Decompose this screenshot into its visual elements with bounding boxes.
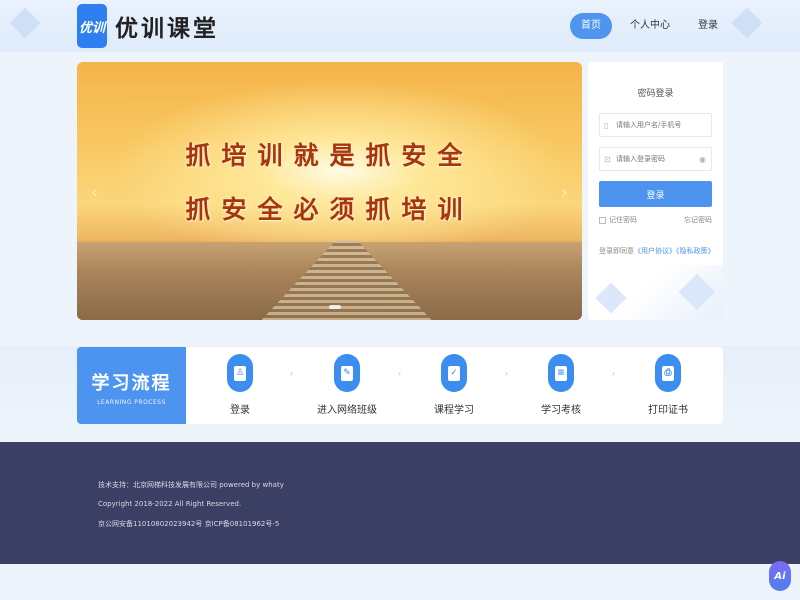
logo-text: 优训课堂 <box>115 15 219 42</box>
username-input[interactable] <box>616 121 704 129</box>
nav-home[interactable]: 首页 <box>570 13 612 39</box>
nav-personal-center[interactable]: 个人中心 <box>620 13 680 39</box>
lock-icon: ⊡ <box>604 154 611 164</box>
footer-icp[interactable]: 京公网安备11010802023942号 京ICP备08101962号-5 <box>98 519 279 529</box>
banner-dot[interactable] <box>329 305 341 309</box>
decor-diamond <box>595 282 627 314</box>
bottom-strip <box>0 564 800 600</box>
step-assessment[interactable]: ≡ 学习考核 <box>526 354 596 416</box>
arrow-right-icon: › <box>290 369 294 378</box>
username-field[interactable]: ▯ <box>599 113 712 137</box>
footer-support: 技术支持：北京网梯科技发展有限公司 powered by whaty <box>98 481 284 489</box>
arrow-right-icon: › <box>398 369 402 378</box>
login-title: 密码登录 <box>637 89 674 99</box>
banner-next-arrow-icon[interactable]: › <box>561 182 568 203</box>
password-input[interactable] <box>616 155 704 163</box>
ai-assistant-button[interactable]: Ai <box>769 561 791 591</box>
header-decoration <box>9 7 41 39</box>
banner-slogan-2: 抓安全必须抓培训 <box>185 195 474 224</box>
remember-label: 记住密码 <box>609 216 637 224</box>
step-label: 课程学习 <box>434 405 474 416</box>
site-logo[interactable]: 优训 优训课堂 <box>77 4 219 48</box>
logo-badge: 优训 <box>77 4 107 48</box>
site-header: 优训 优训课堂 首页 个人中心 登录 <box>0 0 800 52</box>
process-subtitle: LEARNING PROCESS <box>97 399 166 406</box>
banner-pagination <box>327 305 343 309</box>
footer-copyright: Copyright 2018-2022 All Right Reserved. <box>98 500 242 508</box>
step-join-class[interactable]: ✎ 进入网络班级 <box>312 354 382 416</box>
agree-prefix: 登录即同意 <box>599 247 634 255</box>
class-icon: ✎ <box>334 354 360 392</box>
process-header: 学习流程 LEARNING PROCESS <box>77 347 186 424</box>
process-title: 学习流程 <box>91 373 172 394</box>
hero-banner[interactable]: 抓培训就是抓安全 抓安全必须抓培训 ‹ › <box>77 62 582 320</box>
clipboard-icon: ✓ <box>441 354 467 392</box>
main-nav: 首页 个人中心 登录 <box>562 13 728 39</box>
agreement-text: 登录即同意《用户协议》《隐私政策》 <box>599 246 715 256</box>
header-decoration <box>731 7 763 39</box>
arrow-right-icon: › <box>612 369 616 378</box>
login-card-decoration <box>588 265 723 320</box>
banner-prev-arrow-icon[interactable]: ‹ <box>91 182 98 203</box>
step-label: 打印证书 <box>648 405 688 416</box>
phone-icon: ▯ <box>604 120 609 130</box>
remember-checkbox[interactable] <box>599 216 606 224</box>
eye-icon[interactable]: ◉ <box>699 155 706 164</box>
login-button[interactable]: 登录 <box>599 181 712 207</box>
site-footer: 技术支持：北京网梯科技发展有限公司 powered by whaty Copyr… <box>0 442 800 564</box>
step-login[interactable]: ♙ 登录 <box>205 354 275 416</box>
privacy-policy-link[interactable]: 《隐私政策》 <box>676 247 715 255</box>
user-agreement-link[interactable]: 《用户协议》 <box>634 247 676 255</box>
remember-password[interactable]: 记住密码 <box>599 215 637 225</box>
nav-login[interactable]: 登录 <box>688 13 728 39</box>
certificate-icon: ⎙ <box>655 354 681 392</box>
password-field[interactable]: ⊡ ◉ <box>599 147 712 171</box>
exam-icon: ≡ <box>548 354 574 392</box>
login-card: 密码登录 ▯ ⊡ ◉ 登录 记住密码 忘记密码 登录即同意《用户协议》《隐私政策… <box>588 62 723 320</box>
arrow-right-icon: › <box>505 369 509 378</box>
learning-process: 学习流程 LEARNING PROCESS ♙ 登录 › ✎ 进入网络班级 › … <box>77 347 723 424</box>
decor-diamond <box>678 273 716 311</box>
step-course-study[interactable]: ✓ 课程学习 <box>419 354 489 416</box>
step-label: 登录 <box>230 405 250 416</box>
forgot-password-link[interactable]: 忘记密码 <box>684 215 712 225</box>
step-label: 学习考核 <box>541 405 581 416</box>
step-label: 进入网络班级 <box>317 405 377 416</box>
step-print-certificate[interactable]: ⎙ 打印证书 <box>633 354 703 416</box>
banner-slogan-1: 抓培训就是抓安全 <box>185 141 474 170</box>
user-icon: ♙ <box>227 354 253 392</box>
